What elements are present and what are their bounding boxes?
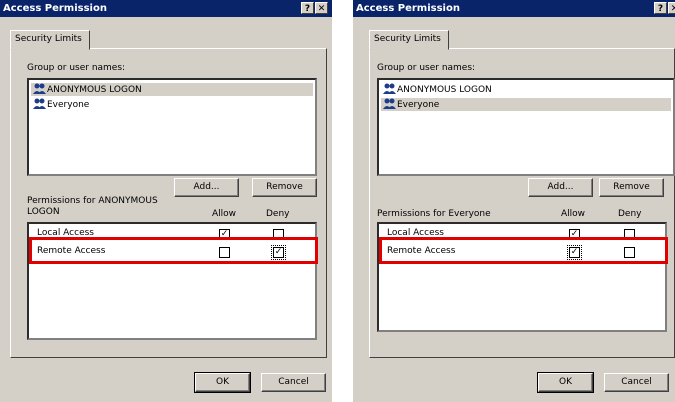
allow-header: Allow [212, 209, 237, 219]
user-name: Everyone [47, 100, 90, 110]
tab-security-limits[interactable]: Security Limits [369, 30, 449, 50]
users-icon [33, 98, 46, 109]
access-permission-dialog-right: Access Permission ? ✕ Security Limits Gr… [353, 0, 675, 402]
user-name: ANONYMOUS LOGON [397, 85, 492, 95]
users-icon [383, 98, 396, 109]
remote-access-highlight [379, 237, 668, 264]
ok-button[interactable]: OK [537, 372, 594, 393]
tab-security-limits[interactable]: Security Limits [10, 30, 90, 50]
allow-header: Allow [561, 209, 586, 219]
remove-button[interactable]: Remove [599, 178, 664, 197]
list-item[interactable]: ANONYMOUS LOGON [31, 83, 313, 96]
group-label: Group or user names: [27, 63, 126, 73]
remote-access-highlight [29, 237, 318, 264]
access-permission-dialog-left: Access Permission ? ✕ Security Limits Gr… [0, 0, 332, 402]
list-item[interactable]: Everyone [381, 98, 671, 111]
close-button[interactable]: ✕ [315, 2, 328, 14]
dialog-title: Access Permission [0, 0, 332, 17]
cancel-button[interactable]: Cancel [604, 373, 669, 392]
help-button[interactable]: ? [654, 2, 667, 14]
group-label: Group or user names: [377, 63, 476, 73]
add-button[interactable]: Add... [528, 178, 593, 197]
user-list[interactable]: ANONYMOUS LOGON Everyone [27, 78, 317, 176]
close-button[interactable]: ✕ [668, 2, 675, 14]
permissions-label: Permissions for ANONYMOUS LOGON [27, 196, 158, 217]
user-list[interactable]: ANONYMOUS LOGON Everyone [377, 78, 675, 176]
user-name: Everyone [397, 100, 440, 110]
user-name: ANONYMOUS LOGON [47, 85, 142, 95]
dialog-title: Access Permission [353, 0, 675, 17]
add-button[interactable]: Add... [174, 178, 239, 197]
help-button[interactable]: ? [301, 2, 314, 14]
list-item[interactable]: ANONYMOUS LOGON [381, 83, 671, 96]
users-icon [33, 83, 46, 94]
ok-button[interactable]: OK [194, 372, 251, 393]
list-item[interactable]: Everyone [31, 98, 313, 111]
remove-button[interactable]: Remove [252, 178, 317, 197]
cancel-button[interactable]: Cancel [261, 373, 326, 392]
deny-header: Deny [618, 209, 642, 219]
permissions-label: Permissions for Everyone [377, 209, 491, 219]
deny-header: Deny [266, 209, 290, 219]
users-icon [383, 83, 396, 94]
